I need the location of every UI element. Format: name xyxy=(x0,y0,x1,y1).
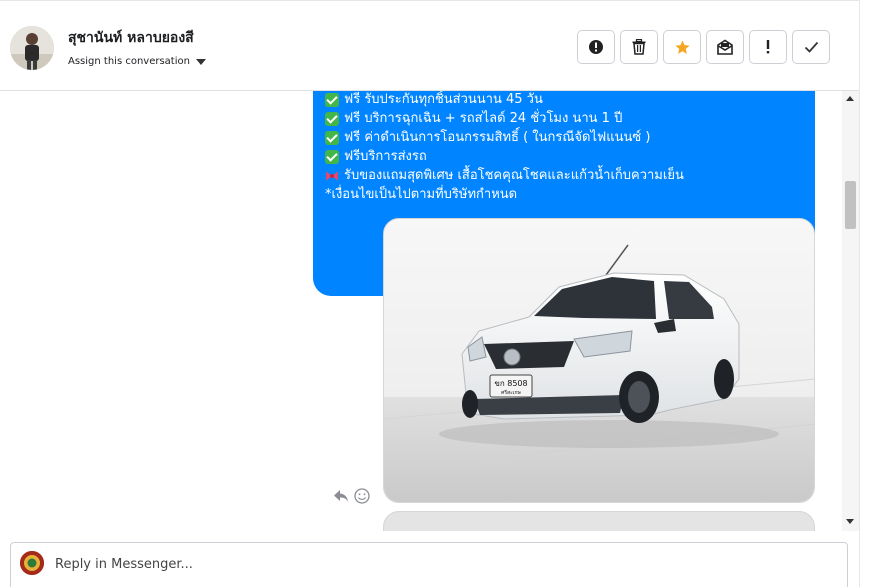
ribbon-icon xyxy=(325,169,339,183)
emoji-reaction-icon[interactable] xyxy=(354,488,370,508)
star-icon xyxy=(674,39,690,54)
message-line-text: ฟรีบริการส่งรถ xyxy=(344,149,427,164)
contact-avatar[interactable] xyxy=(10,26,54,70)
message-line: รับของแถมสุดพิเศษ เสื้อโชคคุณโชคและแก้วน… xyxy=(325,166,684,185)
message-line-text: รับของแถมสุดพิเศษ เสื้อโชคคุณโชคและแก้วน… xyxy=(344,168,684,183)
check-box-icon xyxy=(325,92,339,107)
car-photo: ขก 8508 ศรีสะเกษ xyxy=(384,219,814,502)
delete-button[interactable] xyxy=(620,30,658,64)
reply-icon[interactable] xyxy=(333,488,349,507)
message-line-text: *เงื่อนไขเป็นไปตามที่บริษัทกำหนด xyxy=(325,187,518,202)
message-line-text: ฟรี รับประกันทุกชิ้นส่วนนาน 45 วัน xyxy=(344,92,543,107)
car-photo-attachment[interactable]: ขก 8508 ศรีสะเกษ xyxy=(383,218,815,503)
message-line: ฟรีบริการส่งรถ xyxy=(325,147,427,166)
scroll-up-arrow-icon[interactable] xyxy=(846,96,854,101)
check-box-icon xyxy=(325,149,339,164)
message-line: ฟรี ค่าดำเนินการโอนกรรมสิทธิ์ ( ในกรณีจั… xyxy=(325,128,650,147)
caret-down-icon xyxy=(195,59,206,65)
envelope-icon xyxy=(717,39,733,55)
assign-conversation-dropdown[interactable]: Assign this conversation xyxy=(68,56,206,67)
plate-province: ศรีสะเกษ xyxy=(501,389,521,396)
reply-composer[interactable] xyxy=(10,542,848,587)
panel-divider xyxy=(859,0,860,587)
message-line: ฟรี บริการฉุกเฉิน + รถสไลด์ 24 ชั่วโมง น… xyxy=(325,109,622,128)
page-avatar xyxy=(20,551,44,575)
follow-up-button[interactable] xyxy=(749,30,787,64)
scrollbar-thumb[interactable] xyxy=(845,181,856,229)
message-thread[interactable]: ฟรี รับประกันทุกชิ้นส่วนนาน 45 วัน ฟรี บ… xyxy=(0,91,842,531)
contact-name[interactable]: สุชานันท์ หลาบยองสี xyxy=(68,27,194,49)
conversation-header: สุชานันท์ หลาบยองสี Assign this conversa… xyxy=(0,0,859,91)
composer-area xyxy=(0,531,859,587)
report-spam-button[interactable] xyxy=(577,30,615,64)
message-line: *เงื่อนไขเป็นไปตามที่บริษัทกำหนด xyxy=(325,185,517,204)
check-icon xyxy=(804,41,818,53)
messenger-inbox-page: สุชานันท์ หลาบยองสี Assign this conversa… xyxy=(0,0,870,587)
scroll-down-arrow-icon[interactable] xyxy=(846,519,854,524)
mark-done-button[interactable] xyxy=(792,30,830,64)
alert-circle-icon xyxy=(589,40,603,54)
assign-label: Assign this conversation xyxy=(68,56,190,67)
reply-input[interactable] xyxy=(55,553,815,575)
check-box-icon xyxy=(325,111,339,126)
star-button[interactable] xyxy=(663,30,701,64)
mark-unread-button[interactable] xyxy=(706,30,744,64)
message-line: ฟรี รับประกันทุกชิ้นส่วนนาน 45 วัน xyxy=(325,91,543,109)
check-box-icon xyxy=(325,130,339,145)
exclamation-icon xyxy=(766,40,770,54)
plate-number: ขก 8508 xyxy=(494,379,527,388)
thread-scrollbar[interactable] xyxy=(842,91,859,531)
trash-icon xyxy=(632,39,646,55)
message-line-text: ฟรี บริการฉุกเฉิน + รถสไลด์ 24 ชั่วโมง น… xyxy=(344,111,623,126)
conversation-actions xyxy=(577,30,830,64)
message-line-text: ฟรี ค่าดำเนินการโอนกรรมสิทธิ์ ( ในกรณีจั… xyxy=(344,130,651,145)
car-photo-attachment-2[interactable] xyxy=(383,511,815,531)
